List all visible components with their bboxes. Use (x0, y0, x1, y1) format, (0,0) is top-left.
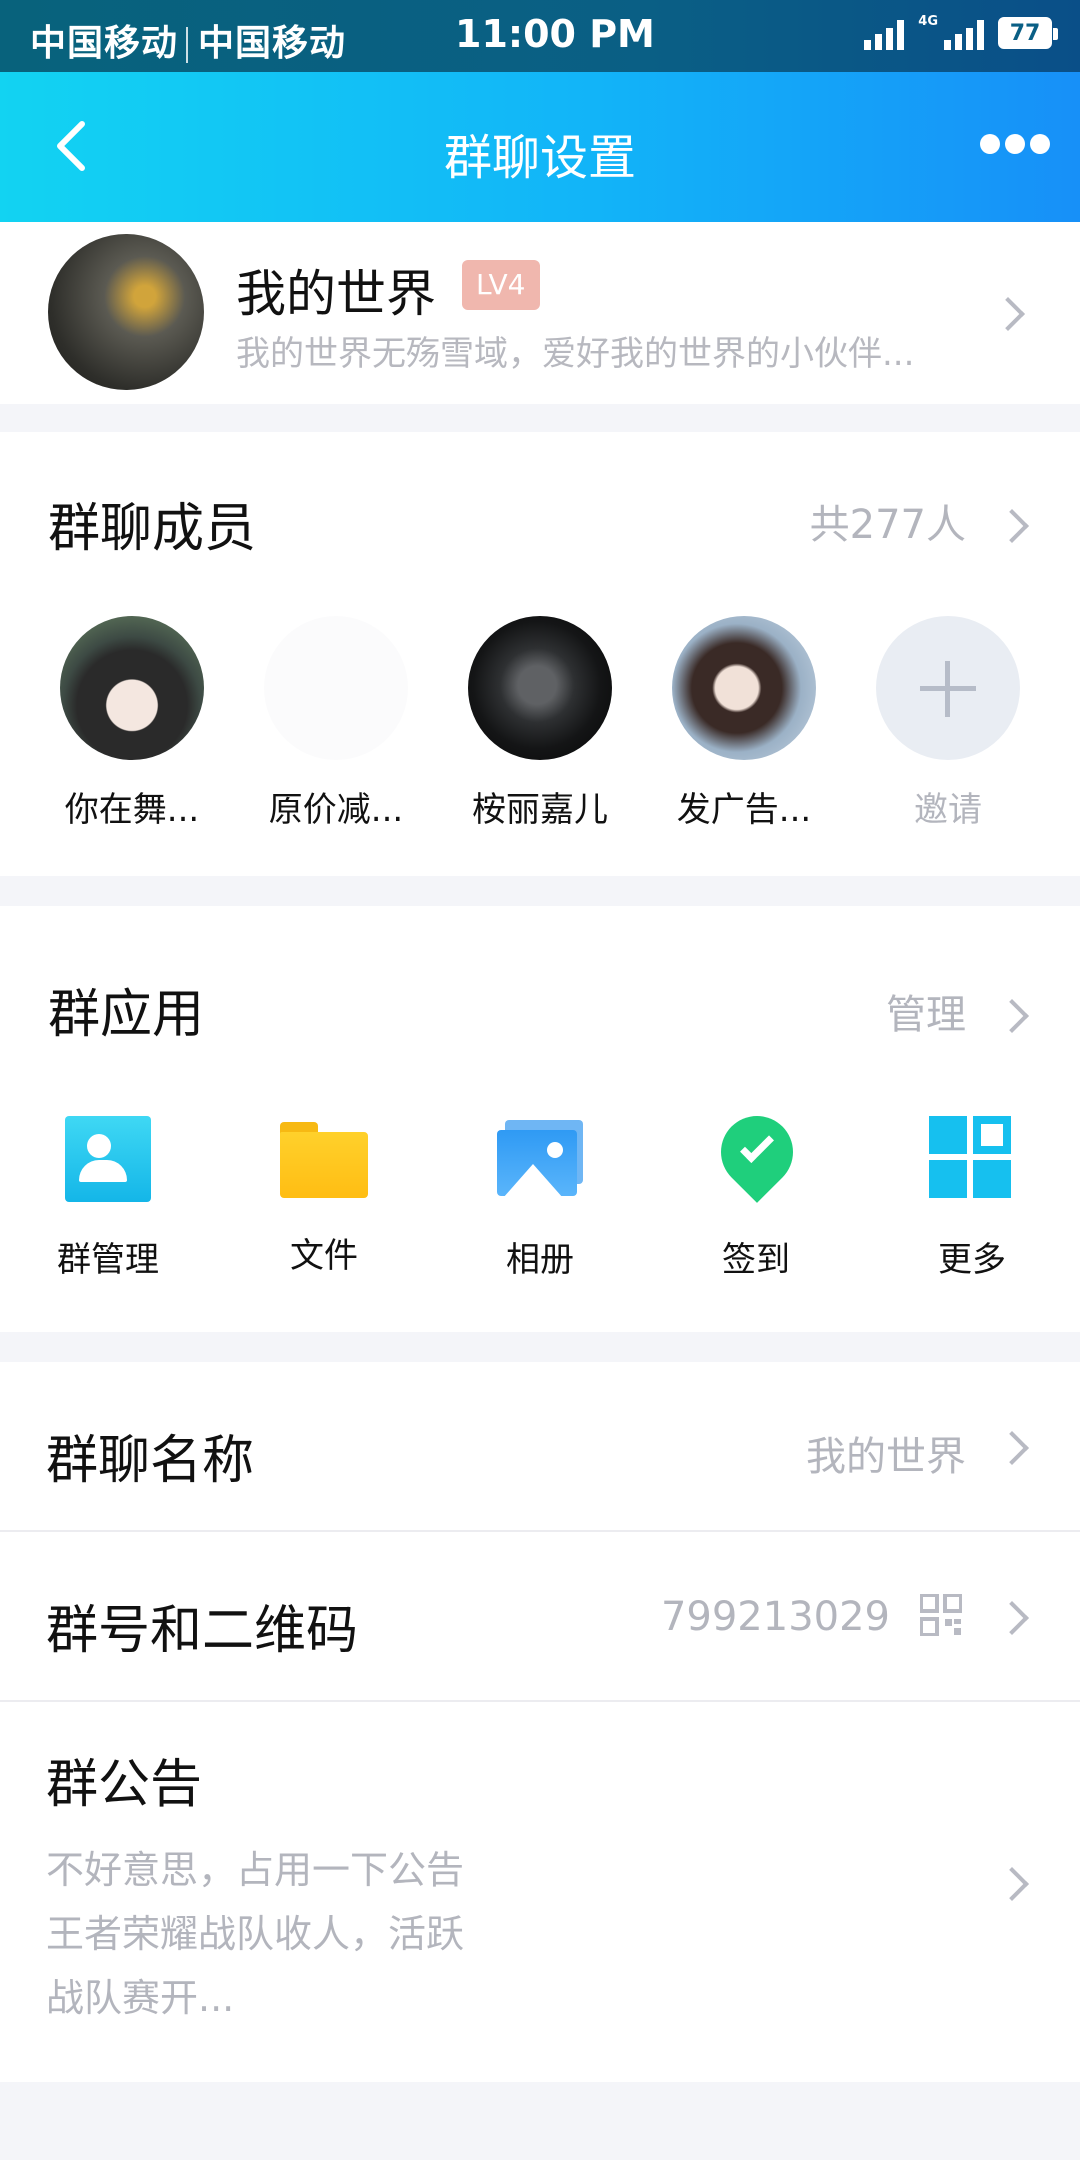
members-section: 群聊成员 共277人 你在舞... 原价减... 桉丽嘉儿 发广告... 邀请 (0, 432, 1080, 876)
app-label: 群管理 (57, 1240, 159, 1280)
nav-bar: 群聊设置 (0, 72, 1080, 222)
app-files[interactable]: 文件 (244, 1116, 404, 1277)
chevron-right-icon (995, 1431, 1029, 1465)
group-description: 我的世界无殇雪域，爱好我的世界的小伙伴... (236, 334, 915, 374)
chevron-right-icon[interactable] (995, 509, 1029, 543)
invite-button[interactable]: 邀请 (868, 616, 1028, 831)
avatar (264, 616, 408, 760)
group-avatar (48, 234, 204, 390)
carrier-1: 中国移动 (30, 23, 179, 64)
network-type: 4G (918, 13, 938, 29)
apps-title: 群应用 (48, 985, 205, 1045)
avatar (60, 616, 204, 760)
chevron-right-icon[interactable] (995, 999, 1029, 1033)
notice-content: 不好意思，占用一下公告 王者荣耀战队收人，活跃 战队赛开... (46, 1838, 546, 2030)
status-time: 11:00 PM (455, 12, 655, 56)
manage-apps-link[interactable]: 管理 (886, 982, 966, 1040)
member-name: 你在舞... (64, 790, 200, 830)
group-id-label: 群号和二维码 (46, 1601, 359, 1661)
group-name-value: 我的世界 (806, 1434, 966, 1480)
app-label: 更多 (938, 1240, 1006, 1280)
group-admin-icon (65, 1116, 151, 1202)
notice-line: 不好意思，占用一下公告 (46, 1848, 465, 1892)
app-album[interactable]: 相册 (460, 1116, 620, 1281)
grid-more-icon (929, 1116, 1015, 1202)
group-id-value: 799213029 (660, 1594, 890, 1640)
member-item[interactable]: 桉丽嘉儿 (460, 616, 620, 831)
battery-level: 77 (1009, 20, 1041, 46)
settings-list: 群聊名称 我的世界 群号和二维码 799213029 群公告 不好意思，占用一下… (0, 1362, 1080, 2082)
status-icons: 4G 77 (864, 13, 1058, 50)
group-id-row[interactable]: 群号和二维码 799213029 (0, 1532, 1080, 1700)
notice-line: 战队赛开... (46, 1976, 235, 2020)
member-name: 桉丽嘉儿 (472, 790, 608, 830)
more-dots-icon[interactable] (980, 134, 1050, 158)
group-notice-row[interactable]: 群公告 不好意思，占用一下公告 王者荣耀战队收人，活跃 战队赛开... (0, 1702, 1080, 2052)
member-item[interactable]: 发广告... (664, 616, 824, 831)
members-title: 群聊成员 (48, 499, 257, 559)
qr-code-icon (920, 1594, 962, 1636)
group-name-row[interactable]: 群聊名称 我的世界 (0, 1362, 1080, 1530)
group-name: 我的世界 (236, 265, 436, 323)
carrier-2: 中国移动 (198, 23, 347, 64)
battery-icon: 77 (998, 17, 1058, 49)
chevron-right-icon (995, 1601, 1029, 1635)
app-label: 相册 (506, 1240, 574, 1280)
member-count[interactable]: 共277人 (810, 492, 966, 550)
app-more[interactable]: 更多 (892, 1116, 1052, 1281)
carrier-label: 中国移动 中国移动 (30, 14, 346, 66)
app-label: 签到 (722, 1240, 790, 1280)
chevron-right-icon (991, 297, 1025, 331)
group-name-label: 群聊名称 (46, 1431, 255, 1491)
avatar (468, 616, 612, 760)
app-label: 文件 (290, 1236, 358, 1276)
signal-icon (864, 16, 905, 50)
member-name: 原价减... (268, 790, 404, 830)
signal-icon-2 (944, 16, 984, 50)
chevron-right-icon (995, 1867, 1029, 1901)
member-item[interactable]: 原价减... (256, 616, 416, 831)
app-check-in[interactable]: 签到 (676, 1101, 836, 1281)
notice-line: 王者荣耀战队收人，活跃 (46, 1912, 465, 1956)
member-name: 发广告... (676, 790, 812, 830)
notice-label: 群公告 (46, 1755, 203, 1815)
member-item[interactable]: 你在舞... (52, 616, 212, 831)
app-group-admin[interactable]: 群管理 (28, 1116, 188, 1281)
header: 中国移动 中国移动 11:00 PM 4G 77 群聊设置 (0, 0, 1080, 222)
group-info-card[interactable]: 我的世界 LV4 我的世界无殇雪域，爱好我的世界的小伙伴... (0, 222, 1080, 404)
page-title: 群聊设置 (443, 130, 636, 186)
status-bar: 中国移动 中国移动 11:00 PM 4G 77 (0, 0, 1080, 72)
check-in-icon (706, 1101, 808, 1203)
avatar (672, 616, 816, 760)
group-apps-section: 群应用 管理 群管理 文件 相册 签到 更多 (0, 906, 1080, 1332)
photo-album-icon (497, 1116, 583, 1202)
plus-icon (876, 616, 1020, 760)
folder-icon (280, 1122, 368, 1198)
level-badge: LV4 (462, 260, 540, 310)
invite-label: 邀请 (914, 790, 982, 830)
